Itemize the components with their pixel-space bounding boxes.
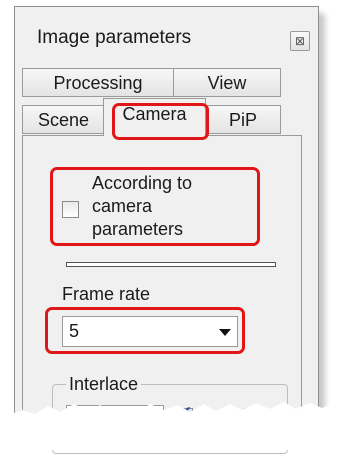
- frame-rate-value: 5: [69, 321, 80, 341]
- camera-params-label-line2: camera: [92, 196, 153, 216]
- frame-rate-select[interactable]: 5: [62, 316, 238, 347]
- model-checkbox[interactable]: ✔: [176, 403, 193, 425]
- model-label: Model: [198, 406, 248, 426]
- separator: [66, 262, 276, 267]
- close-icon[interactable]: ⊠: [290, 31, 310, 51]
- camera-params-checkbox[interactable]: [62, 201, 79, 218]
- camera-params-label-line1: According to: [92, 173, 193, 193]
- tab-processing[interactable]: Processing: [22, 68, 174, 97]
- camera-tab-highlight: [112, 103, 209, 140]
- checkmark-icon: ✔: [178, 403, 193, 422]
- chevron-down-icon: [219, 329, 231, 336]
- interlace-select[interactable]: 20: [66, 405, 164, 433]
- title-bar: Image parameters ⊠: [15, 7, 318, 67]
- tab-view[interactable]: View: [173, 68, 281, 97]
- camera-params-label: According to camera parameters: [92, 172, 242, 241]
- interlace-group-label: Interlace: [66, 374, 142, 395]
- tab-scene[interactable]: Scene: [22, 105, 105, 134]
- camera-params-label-line3: parameters: [92, 219, 184, 239]
- interlace-value: 20: [72, 409, 91, 428]
- panel-title: Image parameters: [37, 27, 192, 48]
- frame-rate-label: Frame rate: [62, 284, 151, 304]
- tab-pip[interactable]: PiP: [205, 105, 281, 134]
- chevron-down-icon: [147, 417, 157, 423]
